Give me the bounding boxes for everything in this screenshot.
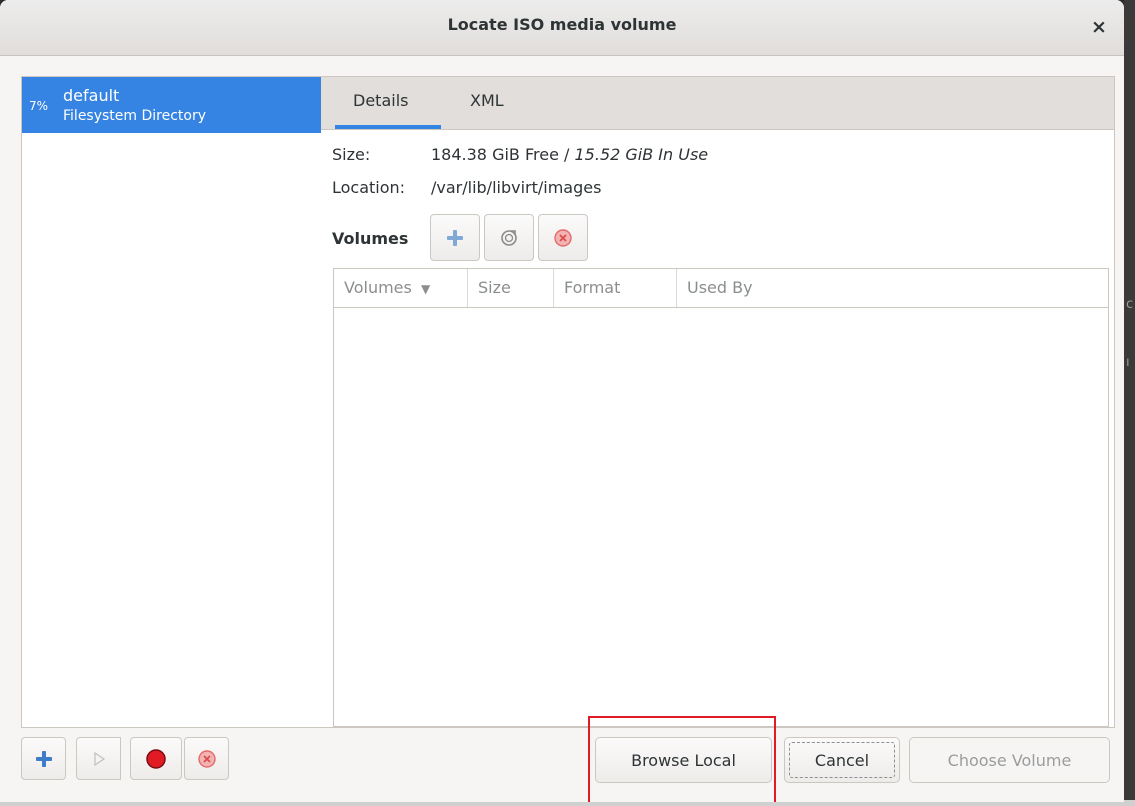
add-volume-button[interactable] — [430, 214, 480, 261]
pool-details-pane: Details XML Size: 184.38 GiB Free / 15.5… — [321, 76, 1115, 728]
column-format[interactable]: Format — [554, 269, 677, 307]
locate-iso-dialog: Locate ISO media volume × 7% default Fil… — [0, 0, 1124, 802]
pool-type: Filesystem Directory — [63, 108, 207, 124]
delete-volume-button[interactable] — [538, 214, 588, 261]
add-icon — [447, 229, 463, 246]
choose-volume-button[interactable]: Choose Volume — [909, 737, 1110, 783]
title-bar: Locate ISO media volume × — [0, 0, 1124, 56]
add-pool-icon — [35, 750, 52, 767]
size-free: 184.38 GiB Free — [431, 145, 559, 164]
dialog-title: Locate ISO media volume — [447, 15, 677, 34]
column-volumes[interactable]: Volumes ▼ — [334, 269, 468, 307]
background-window-edge — [1124, 0, 1135, 806]
column-used-by[interactable]: Used By — [677, 269, 1108, 307]
size-value: 184.38 GiB Free / 15.52 GiB In Use — [431, 145, 708, 164]
location-value: /var/lib/libvirt/images — [431, 178, 602, 197]
background-fragment: ı — [1126, 355, 1130, 370]
volumes-label: Volumes — [332, 229, 409, 248]
tab-bar: Details XML — [321, 77, 1114, 130]
browse-local-button[interactable]: Browse Local — [595, 737, 772, 783]
column-volumes-label: Volumes — [344, 278, 412, 297]
delete-pool-button[interactable] — [184, 737, 229, 780]
active-tab-indicator — [335, 125, 441, 129]
volumes-table-header: Volumes ▼ Size Format Used By — [334, 269, 1108, 308]
volumes-table: Volumes ▼ Size Format Used By — [333, 268, 1109, 727]
size-used: 15.52 GiB In Use — [574, 145, 709, 164]
cancel-button[interactable]: Cancel — [784, 737, 900, 783]
start-pool-icon — [93, 751, 105, 766]
add-pool-button[interactable] — [21, 737, 66, 780]
stop-pool-icon — [146, 748, 166, 769]
tab-details[interactable]: Details — [353, 91, 408, 110]
background-fragment: c — [1126, 297, 1134, 312]
stop-pool-button[interactable] — [130, 737, 182, 780]
pool-item-default[interactable]: 7% default Filesystem Directory — [22, 77, 322, 133]
pool-usage-percent: 7% — [29, 99, 49, 113]
delete-icon — [554, 228, 572, 247]
column-size[interactable]: Size — [468, 269, 554, 307]
size-label: Size: — [332, 145, 371, 164]
column-size-label: Size — [478, 278, 511, 297]
sort-descending-icon: ▼ — [420, 282, 431, 296]
close-button[interactable]: × — [1084, 12, 1114, 42]
column-used-by-label: Used By — [687, 278, 753, 297]
size-separator: / — [558, 145, 575, 164]
location-label: Location: — [332, 178, 406, 197]
refresh-icon — [501, 229, 517, 246]
close-icon: × — [1091, 16, 1107, 38]
refresh-volumes-button[interactable] — [484, 214, 534, 261]
delete-pool-icon — [197, 749, 216, 768]
pool-name: default — [63, 86, 120, 105]
storage-pool-list: 7% default Filesystem Directory — [21, 76, 323, 728]
column-format-label: Format — [564, 278, 621, 297]
tab-xml[interactable]: XML — [470, 91, 504, 110]
start-pool-button[interactable] — [76, 737, 121, 780]
